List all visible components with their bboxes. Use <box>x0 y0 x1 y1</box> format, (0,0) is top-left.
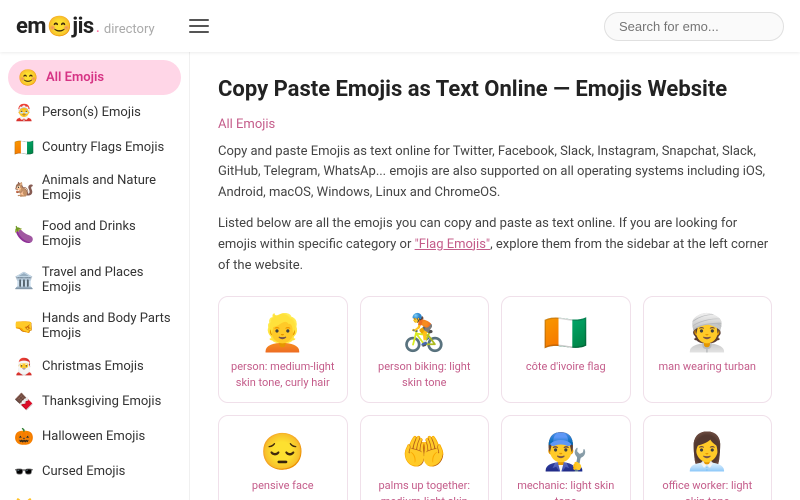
emoji-label-7: office worker: light skin tone <box>654 478 762 500</box>
breadcrumb-link[interactable]: All Emojis <box>218 117 275 132</box>
sidebar-label-christmas-emojis: Christmas Emojis <box>42 359 144 374</box>
page-description: Copy and paste Emojis as text online for… <box>218 142 772 204</box>
emoji-display-6: 👨‍🔧 <box>543 434 588 470</box>
header: em😊jis . directory <box>0 0 800 52</box>
emoji-card-0[interactable]: 👱 person: medium-light skin tone, curly … <box>218 296 348 403</box>
emoji-label-4: pensive face <box>252 478 314 493</box>
emoji-card-7[interactable]: 👩‍💼 office worker: light skin tone <box>643 415 773 500</box>
sidebar-label-country-flags-emojis: Country Flags Emojis <box>42 140 164 155</box>
sidebar-emoji-food-drinks-emojis: 🍆 <box>14 225 34 244</box>
sidebar: 😊 All Emojis 🤶 Person(s) Emojis 🇨🇮 Count… <box>0 52 190 500</box>
sidebar-label-hands-body-emojis: Hands and Body Parts Emojis <box>42 311 175 341</box>
sidebar-label-persons-emojis: Person(s) Emojis <box>42 105 141 120</box>
emoji-label-3: man wearing turban <box>658 359 756 374</box>
page-title: Copy Paste Emojis as Text Online — Emoji… <box>218 76 772 105</box>
emoji-card-3[interactable]: 👳 man wearing turban <box>643 296 773 403</box>
emoji-grid: 👱 person: medium-light skin tone, curly … <box>218 296 772 500</box>
emoji-card-4[interactable]: 😔 pensive face <box>218 415 348 500</box>
sidebar-item-animals-nature-emojis[interactable]: 🐿️ Animals and Nature Emojis <box>0 165 189 211</box>
emoji-display-5: 🤲 <box>402 434 447 470</box>
main-layout: 😊 All Emojis 🤶 Person(s) Emojis 🇨🇮 Count… <box>0 52 800 500</box>
emoji-card-6[interactable]: 👨‍🔧 mechanic: light skin tone <box>501 415 631 500</box>
emoji-label-5: palms up together: medium-light skin ton… <box>371 478 479 500</box>
hamburger-line-1 <box>189 19 209 21</box>
sidebar-item-halloween-emojis[interactable]: 🎃 Halloween Emojis <box>0 419 189 454</box>
hamburger-line-3 <box>189 31 209 33</box>
sidebar-label-thanksgiving-emojis: Thanksgiving Emojis <box>42 394 161 409</box>
emoji-display-4: 😔 <box>260 434 305 470</box>
sidebar-item-country-flags-emojis[interactable]: 🇨🇮 Country Flags Emojis <box>0 130 189 165</box>
emoji-card-5[interactable]: 🤲 palms up together: medium-light skin t… <box>360 415 490 500</box>
sidebar-item-hands-body-emojis[interactable]: 🤜 Hands and Body Parts Emojis <box>0 303 189 349</box>
sidebar-emoji-hands-body-emojis: 🤜 <box>14 317 34 336</box>
logo-emoji: 😊 <box>47 14 71 38</box>
sidebar-emoji-thanksgiving-emojis: 🍫 <box>14 392 34 411</box>
sidebar-emoji-animals-nature-emojis: 🐿️ <box>14 179 34 198</box>
logo-directory: directory <box>104 22 155 37</box>
sidebar-label-animals-nature-emojis: Animals and Nature Emojis <box>42 173 175 203</box>
search-input[interactable] <box>604 12 784 41</box>
emoji-display-0: 👱 <box>260 315 305 351</box>
sidebar-item-cursed-emojis[interactable]: 🕶️ Cursed Emojis <box>0 454 189 489</box>
sidebar-item-thanksgiving-emojis[interactable]: 🍫 Thanksgiving Emojis <box>0 384 189 419</box>
emoji-card-2[interactable]: 🇨🇮 côte d'ivoire flag <box>501 296 631 403</box>
emoji-label-1: person biking: light skin tone <box>371 359 479 390</box>
logo-dot: . <box>96 17 100 36</box>
app-wrapper: em😊jis . directory 😊 All Emojis 🤶 Person… <box>0 0 800 500</box>
sidebar-emoji-christmas-emojis: 🎅 <box>14 357 34 376</box>
sidebar-emoji-all-emojis: 😊 <box>18 68 38 87</box>
emoji-card-1[interactable]: 🚴 person biking: light skin tone <box>360 296 490 403</box>
sidebar-label-cursed-emojis: Cursed Emojis <box>42 464 125 479</box>
sidebar-item-persons-emojis[interactable]: 🤶 Person(s) Emojis <box>0 95 189 130</box>
emoji-display-3: 👳 <box>685 315 730 351</box>
emoji-display-1: 🚴 <box>402 315 447 351</box>
emoji-display-2: 🇨🇮 <box>543 315 588 351</box>
sidebar-emoji-halloween-emojis: 🎃 <box>14 427 34 446</box>
sidebar-item-cute-emojis[interactable]: 😻 Cute Emojis <box>0 489 189 500</box>
emoji-label-6: mechanic: light skin tone <box>512 478 620 500</box>
logo[interactable]: em😊jis . directory <box>16 14 155 39</box>
hamburger-line-2 <box>189 25 209 27</box>
emoji-label-2: côte d'ivoire flag <box>526 359 606 374</box>
content-area: Copy Paste Emojis as Text Online — Emoji… <box>190 52 800 500</box>
sidebar-label-food-drinks-emojis: Food and Drinks Emojis <box>42 219 175 249</box>
sidebar-label-travel-places-emojis: Travel and Places Emojis <box>42 265 175 295</box>
sidebar-label-halloween-emojis: Halloween Emojis <box>42 429 145 444</box>
sidebar-item-travel-places-emojis[interactable]: 🏛️ Travel and Places Emojis <box>0 257 189 303</box>
logo-text: em😊jis <box>16 14 94 39</box>
sidebar-emoji-cursed-emojis: 🕶️ <box>14 462 34 481</box>
emoji-display-7: 👩‍💼 <box>685 434 730 470</box>
emoji-label-0: person: medium-light skin tone, curly ha… <box>229 359 337 390</box>
sidebar-label-all-emojis: All Emojis <box>46 70 104 85</box>
sidebar-item-christmas-emojis[interactable]: 🎅 Christmas Emojis <box>0 349 189 384</box>
sidebar-emoji-travel-places-emojis: 🏛️ <box>14 271 34 290</box>
hamburger-button[interactable] <box>183 13 215 39</box>
page-note: Listed below are all the emojis you can … <box>218 214 772 276</box>
sidebar-emoji-country-flags-emojis: 🇨🇮 <box>14 138 34 157</box>
sidebar-item-all-emojis[interactable]: 😊 All Emojis <box>8 60 181 95</box>
sidebar-emoji-persons-emojis: 🤶 <box>14 103 34 122</box>
flag-emojis-link[interactable]: "Flag Emojis" <box>415 237 490 252</box>
sidebar-item-food-drinks-emojis[interactable]: 🍆 Food and Drinks Emojis <box>0 211 189 257</box>
